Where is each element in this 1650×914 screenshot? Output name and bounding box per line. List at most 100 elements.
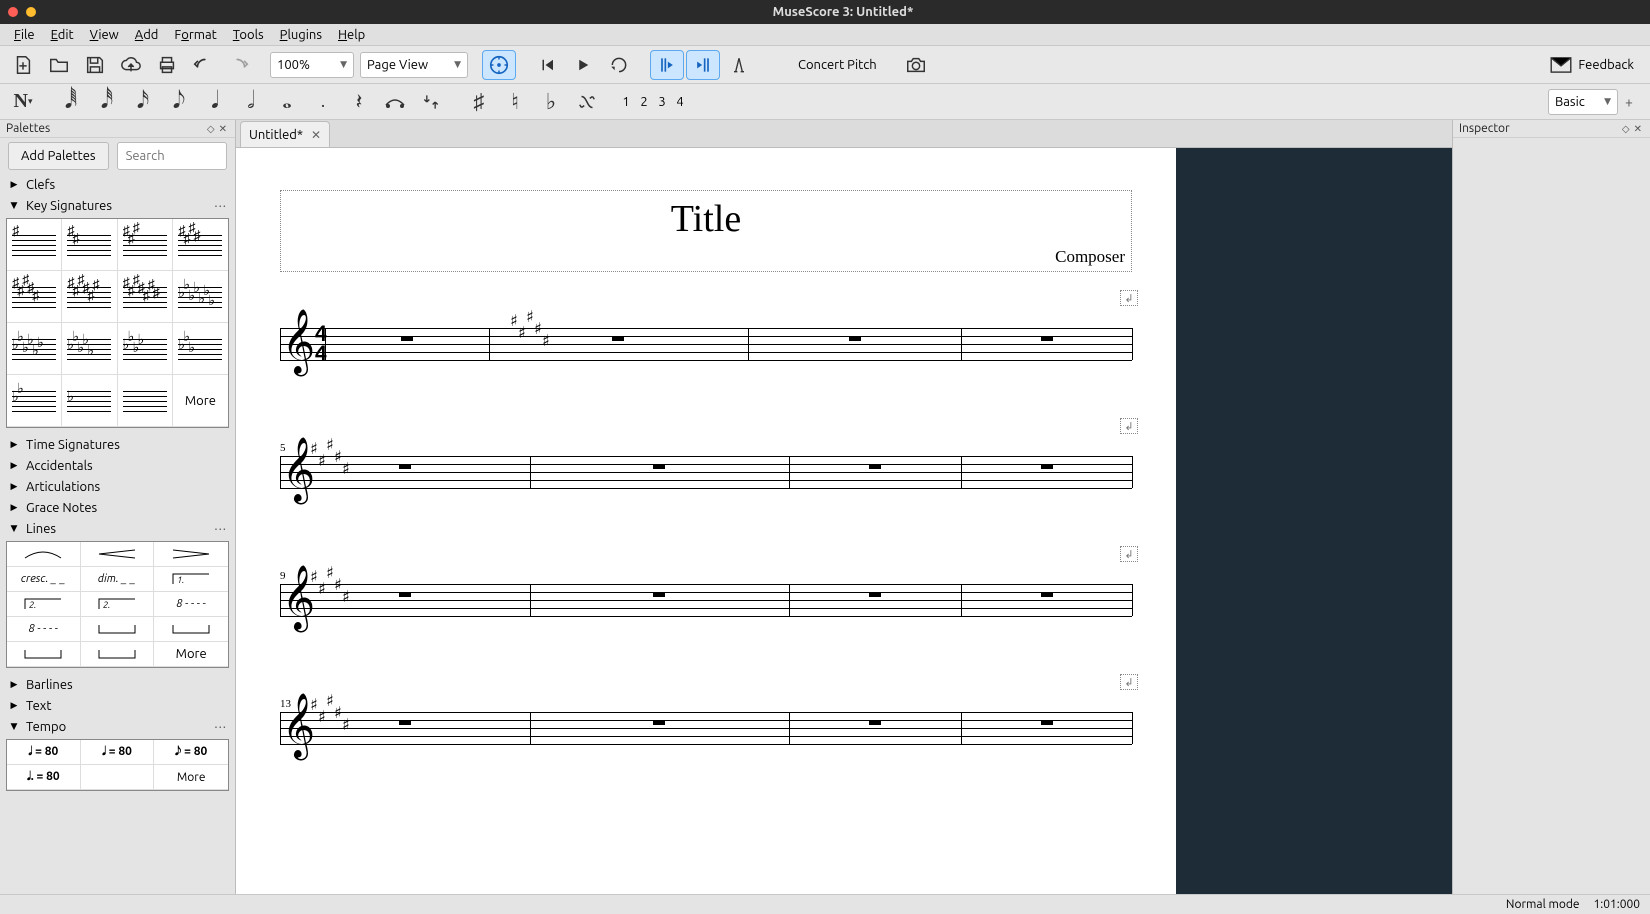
natural-button[interactable]: ♮ xyxy=(498,87,532,117)
voice-3-button[interactable]: 3 xyxy=(654,91,670,113)
keysig-item[interactable]: ♯♯♯♯♯♯ xyxy=(62,271,117,323)
lines-item[interactable]: 2. xyxy=(7,592,81,617)
lines-item[interactable] xyxy=(81,642,155,667)
keysig-item[interactable]: ♭♭♭♭ xyxy=(118,323,173,375)
lines-item[interactable]: 2. xyxy=(81,592,155,617)
flip-button[interactable] xyxy=(414,87,448,117)
metronome-button[interactable] xyxy=(482,50,516,80)
keysig-item[interactable]: ♭♭♭ xyxy=(173,323,228,375)
lines-item[interactable]: 8 - - - - xyxy=(7,617,81,642)
tempo-more-button[interactable]: More xyxy=(154,765,228,790)
menu-plugins[interactable]: Plugins xyxy=(272,26,330,44)
feedback-button[interactable]: Feedback xyxy=(1550,57,1644,73)
note-16th-button[interactable]: 𝅘𝅥𝅯 xyxy=(126,87,160,117)
sharp-button[interactable]: ♯ xyxy=(462,87,496,117)
image-capture-button[interactable] xyxy=(899,50,933,80)
score-title[interactable]: Title xyxy=(281,197,1131,241)
whole-rest[interactable] xyxy=(653,592,665,597)
panel-close-icon[interactable]: ✕ xyxy=(217,123,229,135)
section-articulations[interactable]: ▶Articulations xyxy=(0,476,235,497)
voice-4-button[interactable]: 4 xyxy=(672,91,688,113)
keysig-item[interactable]: ♭♭ xyxy=(7,375,62,427)
keysig-item[interactable]: ♭♭♭♭♭♭ xyxy=(7,323,62,375)
menu-tools[interactable]: Tools xyxy=(225,26,272,44)
staff-system[interactable]: ↲𝄞44♯♯♯♯♯ xyxy=(280,328,1132,360)
flat-button[interactable]: ♭ xyxy=(534,87,568,117)
voice-2-button[interactable]: 2 xyxy=(636,91,652,113)
menu-format[interactable]: Format xyxy=(166,26,224,44)
section-grace-notes[interactable]: ▶Grace Notes xyxy=(0,497,235,518)
keysig-item[interactable]: ♯♯♯♯♯ xyxy=(7,271,62,323)
keysig-item[interactable]: ♯♯♯♯ xyxy=(173,219,228,271)
lines-item[interactable] xyxy=(7,642,81,667)
panel-float-icon[interactable]: ◇ xyxy=(1620,123,1632,135)
menu-add[interactable]: Add xyxy=(127,26,167,44)
rest-button[interactable]: 𝄽 xyxy=(342,87,376,117)
undo-button[interactable] xyxy=(186,50,220,80)
system-break-icon[interactable]: ↲ xyxy=(1120,290,1138,306)
redo-button[interactable] xyxy=(222,50,256,80)
whole-rest[interactable] xyxy=(399,464,411,469)
whole-rest[interactable] xyxy=(849,336,861,341)
menu-help[interactable]: Help xyxy=(330,26,373,44)
section-accidentals[interactable]: ▶Accidentals xyxy=(0,455,235,476)
lines-item[interactable]: dim. _ _ xyxy=(81,567,155,592)
voice-1-button[interactable]: 1 xyxy=(618,91,634,113)
section-tempo[interactable]: ▼Tempo··· xyxy=(0,716,235,737)
lines-item[interactable]: cresc. _ _ xyxy=(7,567,81,592)
whole-rest[interactable] xyxy=(399,592,411,597)
whole-rest[interactable] xyxy=(653,720,665,725)
view-mode-combo[interactable]: Page View▼ xyxy=(360,52,468,78)
zoom-combo[interactable]: 100%▼ xyxy=(270,52,354,78)
system-break-icon[interactable]: ↲ xyxy=(1120,418,1138,434)
keysig-item[interactable]: ♭ xyxy=(62,375,117,427)
whole-rest[interactable] xyxy=(1041,592,1053,597)
lines-item[interactable] xyxy=(154,617,228,642)
whole-rest[interactable] xyxy=(612,336,624,341)
palette-search-input[interactable] xyxy=(117,142,227,170)
note-input-mode-button[interactable]: N▾ xyxy=(6,87,40,117)
whole-rest[interactable] xyxy=(653,464,665,469)
tempo-item[interactable]: 𝅘𝅥. = 80 xyxy=(7,765,81,790)
lines-item[interactable] xyxy=(81,542,155,567)
note-32nd-button[interactable]: 𝅘𝅥𝅰 xyxy=(90,87,124,117)
flip-enharmonic-button[interactable] xyxy=(570,87,604,117)
note-8th-button[interactable]: 𝅘𝅥𝅮 xyxy=(162,87,196,117)
rewind-button[interactable] xyxy=(530,50,564,80)
add-workspace-button[interactable]: + xyxy=(1622,94,1636,110)
score-composer[interactable]: Composer xyxy=(1055,247,1125,267)
tempo-item[interactable] xyxy=(81,765,155,790)
menu-edit[interactable]: Edit xyxy=(43,26,82,44)
panel-float-icon[interactable]: ◇ xyxy=(205,123,217,135)
tempo-item[interactable]: 𝅗𝅥 = 80 xyxy=(7,740,81,765)
whole-rest[interactable] xyxy=(869,464,881,469)
minimize-window-button[interactable] xyxy=(26,7,36,17)
whole-rest[interactable] xyxy=(869,592,881,597)
staff-system[interactable]: 13↲𝄞♯♯♯♯♯ xyxy=(280,712,1132,744)
tempo-item[interactable]: 𝅘𝅥 = 80 xyxy=(81,740,155,765)
staff-system[interactable]: 9↲𝄞♯♯♯♯♯ xyxy=(280,584,1132,616)
document-tab[interactable]: Untitled* ✕ xyxy=(240,121,330,147)
note-whole-button[interactable]: 𝅝 xyxy=(270,87,304,117)
keysig-item[interactable]: ♯♯♯ xyxy=(118,219,173,271)
system-break-icon[interactable]: ↲ xyxy=(1120,546,1138,562)
lines-more-button[interactable]: More xyxy=(154,642,228,667)
count-in-button[interactable] xyxy=(722,50,756,80)
section-key-signatures[interactable]: ▼Key Signatures··· xyxy=(0,195,235,216)
whole-rest[interactable] xyxy=(399,720,411,725)
panel-close-icon[interactable]: ✕ xyxy=(1632,123,1644,135)
section-time-signatures[interactable]: ▶Time Signatures xyxy=(0,434,235,455)
keysig-item[interactable]: ♯♯ xyxy=(62,219,117,271)
keysig-item[interactable]: ♯♯♯♯♯♯♯ xyxy=(118,271,173,323)
system-break-icon[interactable]: ↲ xyxy=(1120,674,1138,690)
lines-item[interactable]: 8 - - - - xyxy=(154,592,228,617)
concert-pitch-button[interactable]: Concert Pitch xyxy=(790,54,885,76)
lines-item[interactable] xyxy=(81,617,155,642)
menu-file[interactable]: File xyxy=(6,26,43,44)
tie-button[interactable] xyxy=(378,87,412,117)
note-quarter-button[interactable]: 𝅘𝅥 xyxy=(198,87,232,117)
whole-rest[interactable] xyxy=(869,720,881,725)
tempo-item[interactable]: 𝅘𝅥𝅮 = 80 xyxy=(154,740,228,765)
section-clefs[interactable]: ▶Clefs xyxy=(0,174,235,195)
loop-button[interactable] xyxy=(602,50,636,80)
